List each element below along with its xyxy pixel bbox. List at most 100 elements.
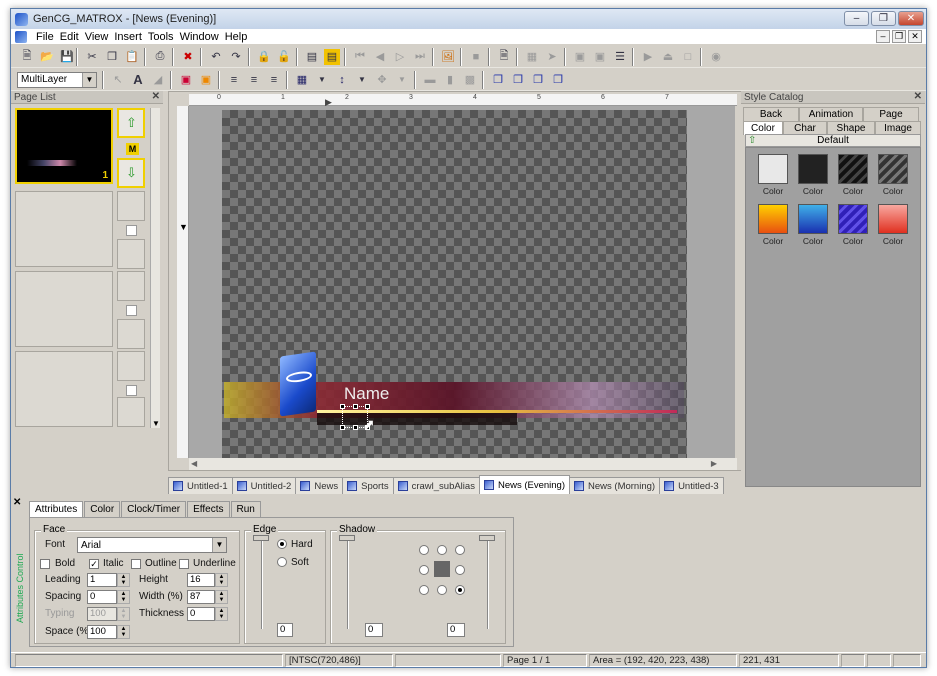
shadow-dir-w-radio[interactable] (419, 565, 429, 575)
tab-effects[interactable]: Effects (187, 501, 230, 517)
last-page-icon[interactable]: ⏭ (412, 49, 428, 65)
menu-help[interactable]: Help (222, 31, 251, 43)
swatch-black[interactable] (798, 154, 828, 184)
swatch-blue[interactable] (798, 204, 828, 234)
menu-window[interactable]: Window (177, 31, 222, 43)
next-page-icon[interactable]: ▷ (392, 49, 408, 65)
spacing-input[interactable]: 0 (87, 590, 117, 604)
copy-icon[interactable]: ❐ (104, 49, 120, 65)
shadow-dir-n-radio[interactable] (437, 545, 447, 555)
move-up-button[interactable]: ⇧ (117, 108, 145, 138)
shadow-blur-slider-track[interactable] (487, 537, 489, 629)
shadow-slider-thumb[interactable] (339, 535, 355, 541)
tab-attributes[interactable]: Attributes (29, 501, 84, 517)
minimize-button[interactable]: – (844, 11, 869, 26)
page-thumbnail-4[interactable] (15, 351, 113, 427)
swatch-red[interactable] (878, 204, 908, 234)
group-icon[interactable]: ▬ (422, 72, 438, 88)
image-tool-icon[interactable]: ▣ (178, 72, 194, 88)
eject-icon[interactable]: ⏏ (660, 49, 676, 65)
shadow-dir-se-radio[interactable] (455, 585, 465, 595)
width-input[interactable]: 87 (187, 590, 215, 604)
tab-untitled-2[interactable]: Untitled-2 (231, 477, 297, 494)
leading-input[interactable]: 1 (87, 573, 117, 587)
bring-front-icon[interactable]: ❐ (490, 72, 506, 88)
tab-color[interactable]: Color (84, 501, 121, 517)
shadow-dir-ne-radio[interactable] (455, 545, 465, 555)
font-select[interactable]: Arial ▼ (77, 537, 227, 553)
tab-back[interactable]: Back (743, 107, 799, 121)
name-text[interactable]: Name (344, 384, 389, 404)
spacing-icon[interactable]: ✥ (374, 72, 390, 88)
swatch-light[interactable] (758, 154, 788, 184)
align-left-icon[interactable]: ≡ (226, 72, 242, 88)
typing-spinner[interactable]: ▲ ▼ (117, 607, 130, 621)
width-spinner[interactable]: ▲ ▼ (215, 590, 228, 604)
typing-input[interactable]: 100 (87, 607, 117, 621)
unlock-icon[interactable]: 🔓 (276, 49, 292, 65)
outline-checkbox[interactable] (131, 559, 141, 569)
scroll-right-icon[interactable]: ▶ (711, 459, 717, 468)
shadow-blur-input[interactable]: 0 (447, 623, 465, 637)
edge-slider-track[interactable] (261, 537, 263, 629)
send-icon[interactable]: ➤ (544, 49, 560, 65)
text-tool-icon[interactable]: A (130, 72, 146, 88)
undo-icon[interactable]: ↶ (208, 49, 224, 65)
ungroup-icon[interactable]: ▮ (442, 72, 458, 88)
height-spinner[interactable]: ▲ ▼ (215, 573, 228, 587)
page-icon[interactable]: 🗎 (496, 49, 512, 65)
distribute-dropdown-icon[interactable]: ▼ (314, 72, 330, 88)
tab-news-morning[interactable]: News (Morning) (569, 477, 661, 494)
page-thumbnail-1[interactable]: 1 (15, 108, 113, 184)
page-slot-button[interactable] (117, 239, 145, 269)
new-icon[interactable]: 🗎 (19, 49, 35, 65)
grid-icon[interactable]: ▦ (524, 49, 540, 65)
paste-icon[interactable]: 📋 (124, 49, 140, 65)
space-input[interactable]: 100 (87, 625, 117, 639)
page-slot-button[interactable] (117, 397, 145, 427)
tab-news-evening[interactable]: News (Evening) (478, 475, 571, 494)
tab-char[interactable]: Char (783, 121, 827, 135)
move-down-button[interactable]: ⇩ (117, 158, 145, 188)
menu-edit[interactable]: Edit (57, 31, 82, 43)
space-spinner[interactable]: ▲ ▼ (117, 625, 130, 639)
italic-checkbox[interactable]: ✓ (89, 559, 99, 569)
page-checkbox[interactable] (126, 225, 137, 236)
shadow-slider-track[interactable] (347, 537, 349, 629)
color-tool-icon[interactable]: ▣ (198, 72, 214, 88)
style-catalog-close-icon[interactable]: ✕ (914, 91, 922, 102)
menu-tools[interactable]: Tools (145, 31, 177, 43)
tab-image[interactable]: Image (875, 121, 921, 135)
underline-checkbox[interactable] (179, 559, 189, 569)
delete-icon[interactable]: ✖ (180, 49, 196, 65)
mdi-close-button[interactable]: ✕ (908, 30, 922, 43)
canvas-horizontal-scrollbar[interactable]: ◀ ▶ (189, 458, 737, 470)
mdi-minimize-button[interactable]: – (876, 30, 890, 43)
scroll-down-icon[interactable]: ▼ (152, 419, 160, 428)
first-page-icon[interactable]: ⏮ (352, 49, 368, 65)
edge-value-input[interactable]: 0 (277, 623, 293, 637)
prev-page-icon[interactable]: ◀ (372, 49, 388, 65)
send-backward-icon[interactable]: ❐ (550, 72, 566, 88)
distribute-icon[interactable]: ▦ (294, 72, 310, 88)
page-list-scrollbar[interactable]: ▼ (150, 108, 160, 428)
thickness-input[interactable]: 0 (187, 607, 215, 621)
mdi-restore-button[interactable]: ❐ (892, 30, 906, 43)
scroll-left-icon[interactable]: ◀ (191, 459, 197, 468)
vertical-align-icon[interactable]: ↕ (334, 72, 350, 88)
tab-sports[interactable]: Sports (342, 477, 394, 494)
redo-icon[interactable]: ↷ (228, 49, 244, 65)
save-icon[interactable]: 💾 (59, 49, 75, 65)
ruler-indent-icon[interactable]: ▼ (179, 222, 188, 232)
page-slot-button[interactable] (117, 319, 145, 349)
maximize-button[interactable]: ❐ (871, 11, 896, 26)
shape-tool-icon[interactable]: ◢ (150, 72, 166, 88)
list-icon[interactable]: ☰ (612, 49, 628, 65)
hard-radio[interactable] (277, 539, 287, 549)
style-folder-row[interactable]: ⇧ Default (745, 134, 921, 147)
page-list-close-icon[interactable]: ✕ (152, 91, 160, 102)
spacing-spinner[interactable]: ▲ ▼ (117, 590, 130, 604)
page-slot-button[interactable] (117, 271, 145, 301)
soft-radio[interactable] (277, 557, 287, 567)
open-icon[interactable]: 📂 (39, 49, 55, 65)
